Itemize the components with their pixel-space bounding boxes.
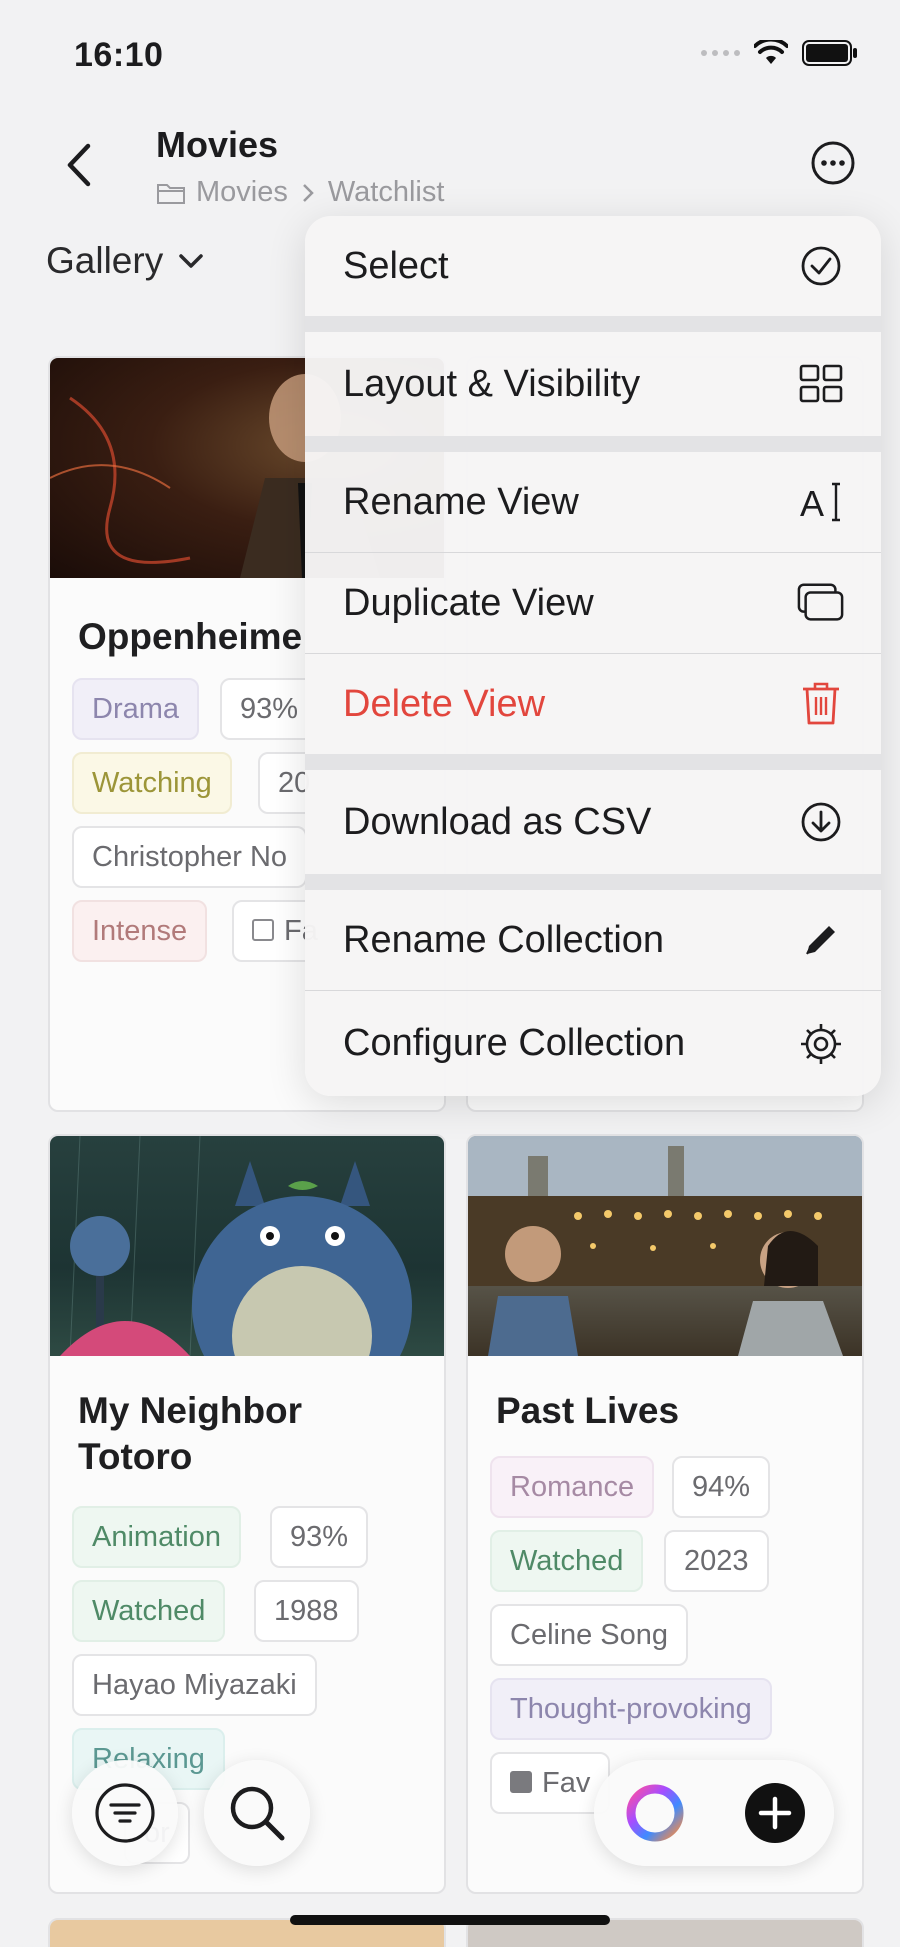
menu-item-select[interactable]: Select (305, 216, 881, 316)
tag-genre: Romance (490, 1456, 655, 1518)
search-icon (230, 1786, 285, 1841)
tag-mood: Intense (72, 900, 208, 962)
page-title: Movies (156, 124, 279, 165)
card-title-line: My Neighbor (78, 1390, 303, 1431)
menu-item-rename-collection[interactable]: Rename Collection (305, 890, 881, 990)
menu-section-divider (305, 436, 881, 452)
menu-item-delete-view[interactable]: Delete View (305, 654, 881, 754)
folder-icon (157, 183, 185, 204)
text-cursor-icon: A (797, 478, 845, 526)
favorite-label: Fav (542, 1767, 591, 1799)
menu-item-rename-view[interactable]: Rename View A (305, 452, 881, 552)
tag-year: 2023 (664, 1530, 769, 1592)
plus-icon[interactable] (744, 1782, 806, 1844)
tag-status: Watched (72, 1580, 226, 1642)
filter-icon (95, 1783, 155, 1843)
card-title: Oppenheime (78, 616, 303, 657)
filter-button[interactable] (72, 1760, 178, 1866)
menu-item-layout-visibility[interactable]: Layout & Visibility (305, 332, 881, 436)
menu-item-label: Configure Collection (343, 1022, 686, 1064)
menu-section-divider (305, 754, 881, 770)
tag-director: Celine Song (490, 1604, 688, 1666)
view-label: Gallery (46, 240, 164, 281)
tag-mood: Thought-provoking (490, 1678, 772, 1740)
view-selector[interactable]: Gallery (46, 240, 205, 282)
ai-ring-icon[interactable] (622, 1780, 688, 1846)
battery-icon (802, 40, 857, 66)
tag-score: 93% (270, 1506, 369, 1568)
menu-item-duplicate-view[interactable]: Duplicate View (305, 553, 881, 653)
grid-icon (797, 360, 845, 408)
card-title: Past Lives (496, 1390, 680, 1431)
menu-item-label: Duplicate View (343, 581, 594, 624)
tag-director: Hayao Miyazaki (72, 1654, 317, 1716)
menu-item-configure-collection[interactable]: Configure Collection (305, 991, 881, 1096)
tag-genre: Drama (72, 678, 200, 740)
wifi-icon (754, 40, 788, 64)
home-indicator[interactable] (290, 1915, 610, 1925)
menu-section-divider (305, 874, 881, 890)
action-pill (594, 1760, 834, 1866)
chevron-right-icon (302, 183, 314, 202)
back-chevron-icon[interactable] (58, 140, 102, 190)
duplicate-icon (797, 579, 845, 627)
card-title-line: Totoro (78, 1436, 193, 1477)
cellular-signal-icon (701, 50, 740, 56)
menu-section-divider (305, 316, 881, 332)
cover-art (468, 1136, 862, 1356)
search-button[interactable] (204, 1760, 310, 1866)
breadcrumb-view[interactable]: Watchlist (328, 176, 445, 209)
menu-item-label: Rename View (343, 480, 579, 523)
menu-item-download-csv[interactable]: Download as CSV (305, 770, 881, 874)
status-icons (701, 40, 858, 66)
checkbox-icon[interactable] (252, 919, 274, 942)
tag-favorite: Fav (490, 1752, 611, 1814)
context-menu: Select Layout & Visibility Rename View A… (305, 216, 881, 1096)
trash-icon (797, 680, 845, 728)
menu-item-label: Rename Collection (343, 918, 665, 961)
more-options-icon[interactable] (810, 140, 856, 186)
chevron-down-icon (179, 254, 203, 268)
checkbox-checked-icon[interactable] (510, 1771, 532, 1794)
tag-score: 93% (220, 678, 319, 740)
menu-item-label: Download as CSV (343, 800, 652, 843)
cover-art (60, 1136, 412, 1416)
menu-item-label: Delete View (343, 682, 546, 725)
download-icon (797, 798, 845, 846)
svg-text:A: A (800, 483, 824, 524)
status-time: 16:10 (74, 36, 164, 74)
card-title: My Neighbor Totoro (78, 1388, 302, 1480)
tag-status: Watching (72, 752, 232, 814)
card-cover-image (468, 1136, 862, 1356)
menu-item-label: Layout & Visibility (343, 362, 641, 405)
tag-score: 94% (672, 1456, 771, 1518)
tag-director: Christopher No (72, 826, 308, 888)
tag-status: Watched (490, 1530, 644, 1592)
tag-genre: Animation (72, 1506, 241, 1568)
breadcrumb: Movies Watchlist (156, 176, 444, 209)
breadcrumb-collection[interactable]: Movies (196, 176, 288, 209)
menu-item-label: Select (343, 244, 449, 287)
pencil-icon (797, 916, 845, 964)
tag-year: 1988 (254, 1580, 359, 1642)
card-cover-image (50, 1136, 444, 1416)
check-circle-icon (797, 242, 845, 290)
app-screen: 16:10 Movies Movies Watchlist Gallery Op… (0, 0, 900, 1947)
gear-icon (797, 1020, 845, 1068)
